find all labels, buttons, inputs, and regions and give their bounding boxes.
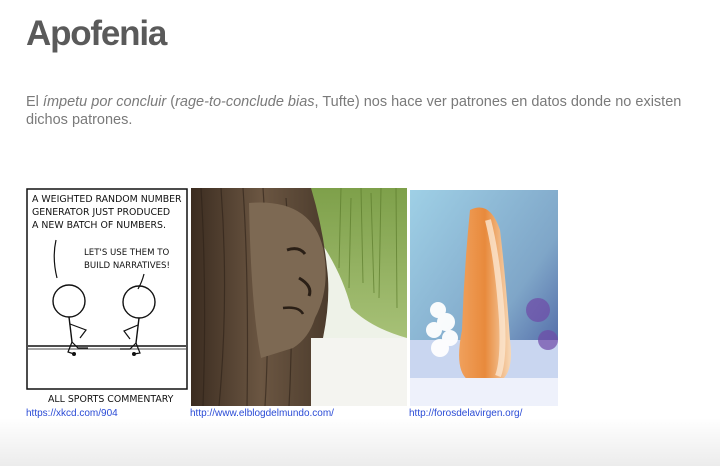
body-part-2: ( <box>166 94 176 110</box>
body-emphasis-2: rage-to-conclude bias <box>175 94 315 110</box>
xkcd-source-link[interactable]: https://xkcd.com/904 <box>26 408 118 419</box>
forosdelavirgen-source-link[interactable]: http://forosdelavirgen.org/ <box>409 408 522 419</box>
elblogdelmundo-source-link[interactable]: http://www.elblogdelmundo.com/ <box>190 408 334 419</box>
xkcd-comic-image: A WEIGHTED RANDOM NUMBER GENERATOR JUST … <box>26 188 188 406</box>
virgin-figure-photo <box>410 190 558 406</box>
comic-narration-line-1: A WEIGHTED RANDOM NUMBER <box>32 194 182 205</box>
comic-narration-line-3: A NEW BATCH OF NUMBERS. <box>32 220 166 231</box>
body-part-1: El <box>26 94 43 110</box>
slide-title: Apofenia <box>26 14 167 53</box>
comic-narration-line-2: GENERATOR JUST PRODUCED <box>32 207 170 218</box>
comic-speech-line-2: BUILD NARRATIVES! <box>84 261 170 271</box>
bottom-fade <box>0 418 720 466</box>
slide-body-text: El ímpetu por concluir (rage-to-conclude… <box>26 93 716 129</box>
comic-footer-caption: ALL SPORTS COMMENTARY <box>48 394 174 405</box>
comic-speech-line-1: LET'S USE THEM TO <box>84 248 169 258</box>
body-emphasis-1: ímpetu por concluir <box>42 94 167 110</box>
tree-face-photo <box>191 188 407 406</box>
